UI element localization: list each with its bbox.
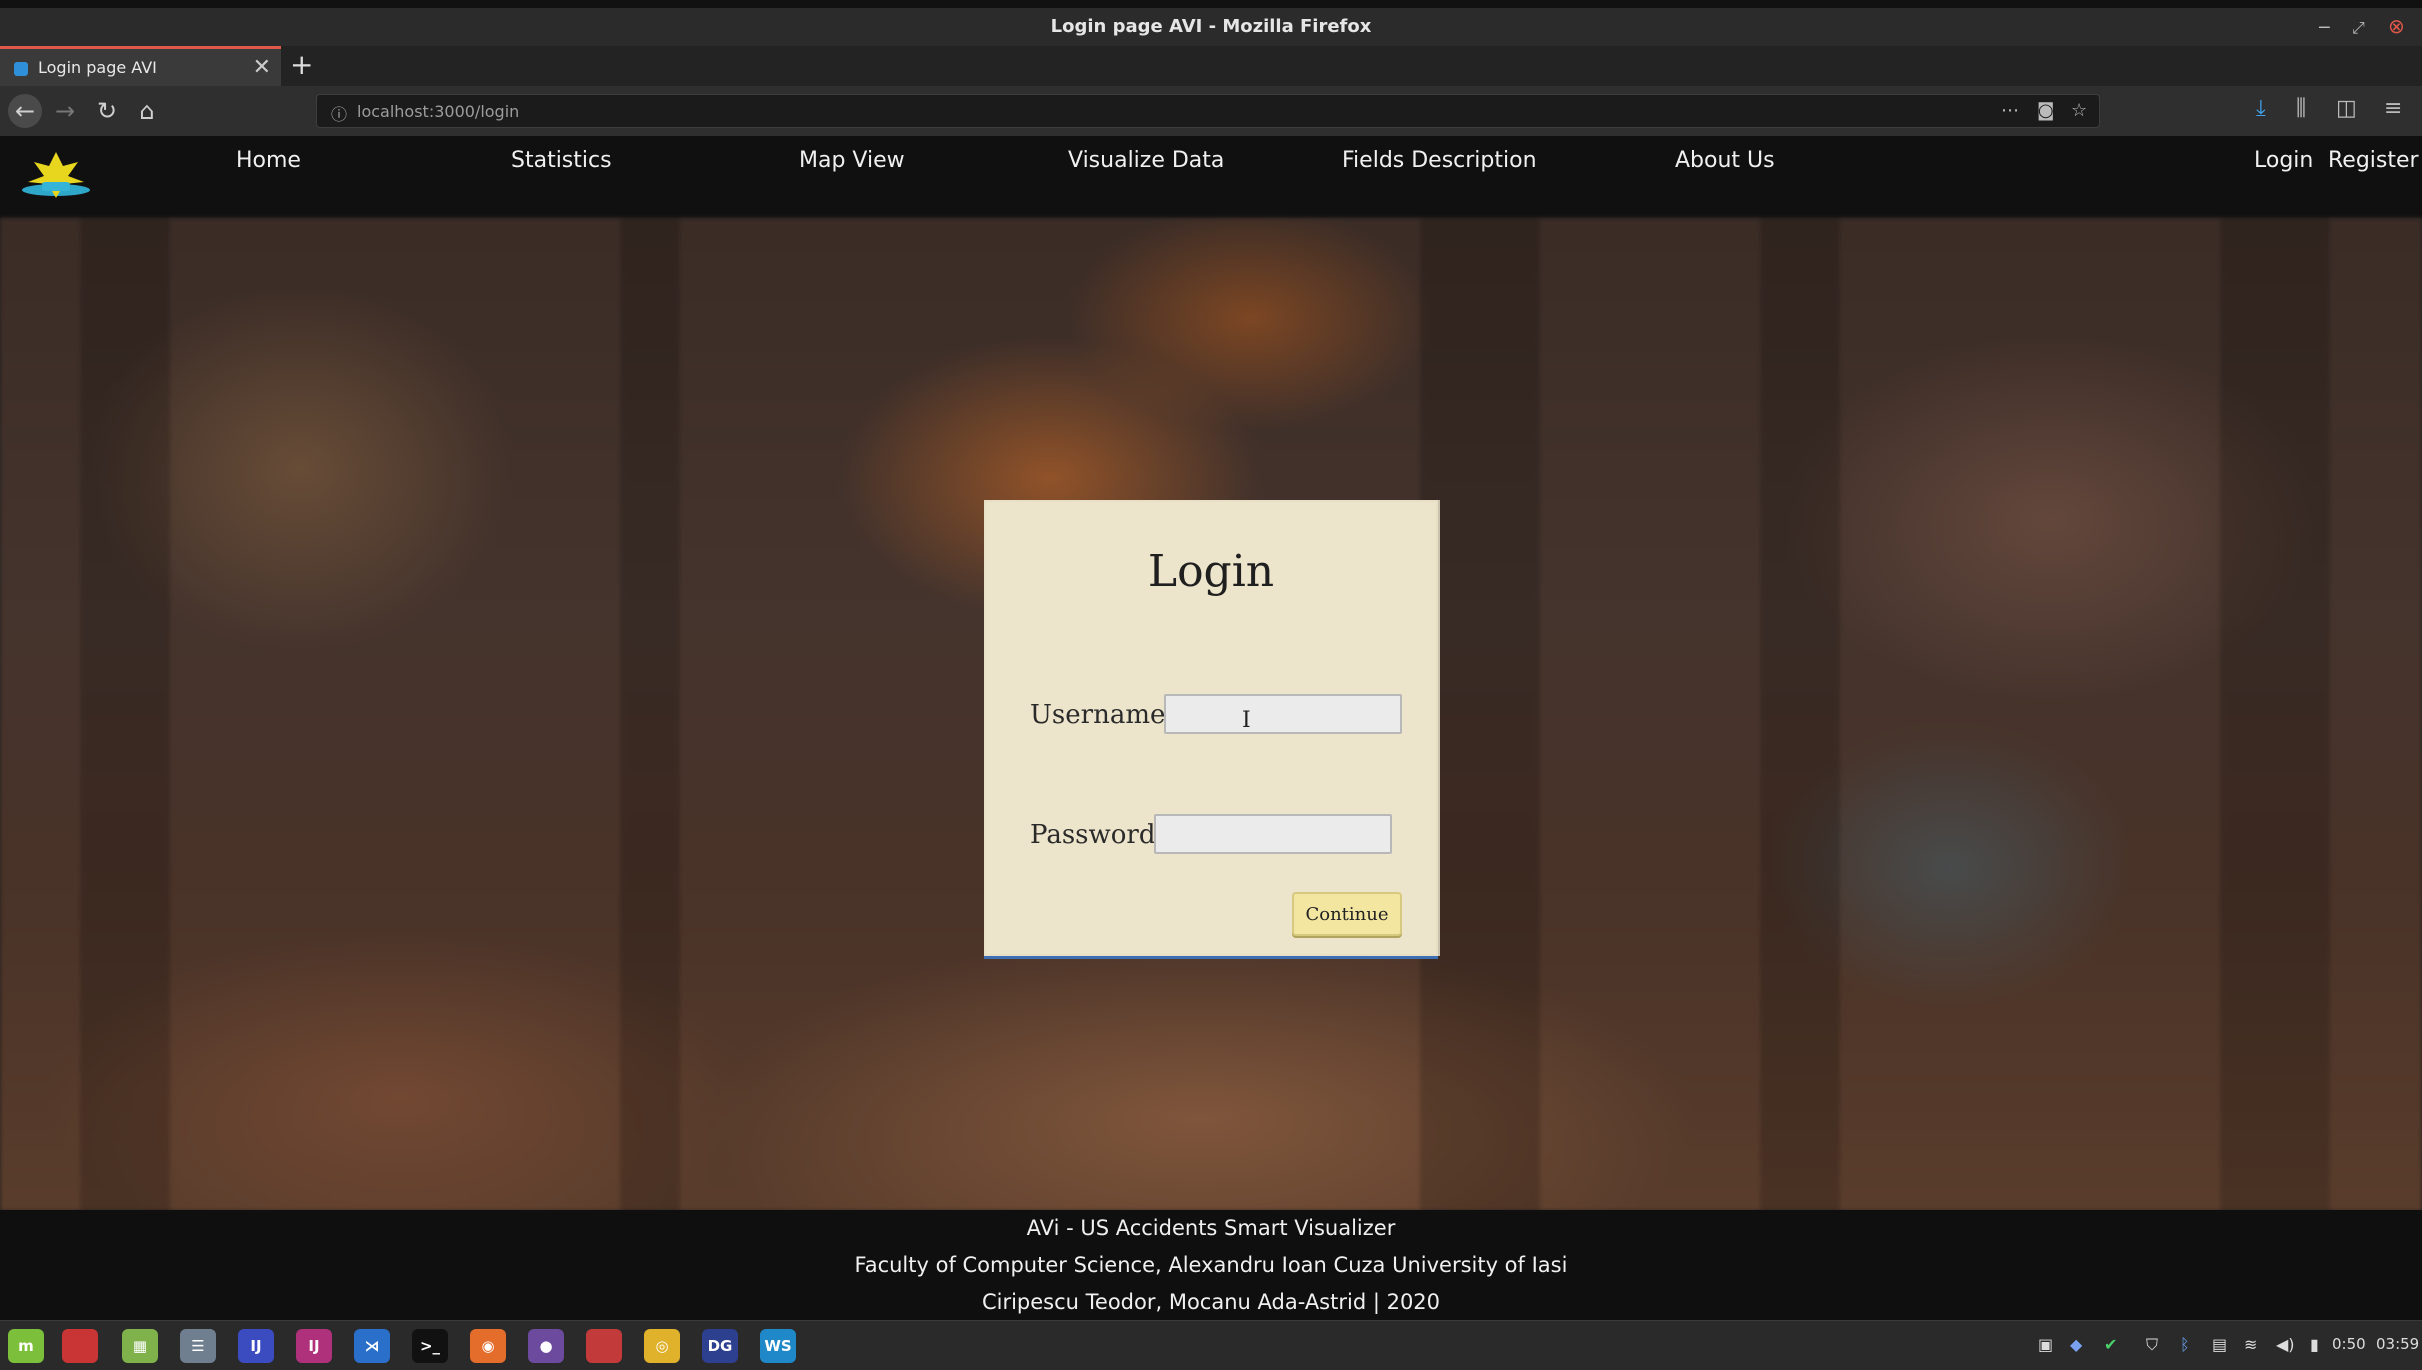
- files-icon[interactable]: [62, 1329, 98, 1363]
- text-cursor-icon: I: [1242, 708, 1251, 733]
- tab-login-page[interactable]: Login page AVI ✕: [0, 46, 281, 86]
- battery-icon[interactable]: ▮: [2310, 1335, 2319, 1354]
- hamburger-menu-icon[interactable]: ≡: [2384, 96, 2402, 121]
- footer-title: AVi - US Accidents Smart Visualizer: [1026, 1216, 1396, 1240]
- nav-map-view-link[interactable]: Map View: [799, 148, 905, 173]
- intellij-icon[interactable]: IJ: [238, 1329, 274, 1363]
- tab-label: Login page AVI: [38, 58, 157, 77]
- chrome-icon[interactable]: ◎: [644, 1329, 680, 1363]
- downloads-icon[interactable]: ⤓: [2256, 96, 2266, 121]
- footer-authors: Ciripescu Teodor, Mocanu Ada-Astrid | 20…: [981, 1290, 1441, 1314]
- back-icon[interactable]: ←: [8, 94, 42, 128]
- library-icon[interactable]: ⫼: [2296, 96, 2306, 121]
- username-label: Username:: [1030, 700, 1175, 730]
- settings-icon[interactable]: ☰: [180, 1329, 216, 1363]
- wifi-icon[interactable]: ≋: [2244, 1335, 2257, 1354]
- datagrip-icon[interactable]: DG: [702, 1329, 738, 1363]
- maximize-icon[interactable]: ⤢: [2352, 18, 2365, 38]
- password-label: Password:: [1030, 820, 1165, 850]
- url-text: localhost:3000/login: [357, 102, 520, 121]
- username-input[interactable]: [1164, 694, 1402, 734]
- check-icon[interactable]: ✔: [2104, 1335, 2117, 1354]
- continue-button[interactable]: Continue: [1292, 892, 1402, 936]
- new-tab-button[interactable]: +: [290, 48, 313, 81]
- minimize-icon[interactable]: ‒: [2318, 14, 2331, 38]
- os-taskbar: m ▦ ☰ IJ IJ ⋊ >_ ◉ ● ◎ DG WS ▣ ◆ ✔ ⛉ ᛒ ▤…: [0, 1320, 2422, 1370]
- close-window-icon[interactable]: ⊗: [2388, 14, 2405, 38]
- site-footer: AVi - US Accidents Smart Visualizer Facu…: [0, 1210, 2422, 1320]
- folder-icon[interactable]: [586, 1329, 622, 1363]
- battery-time: 0:50: [2332, 1335, 2366, 1353]
- page-actions-icon[interactable]: ⋯: [2001, 100, 2019, 121]
- avi-logo-icon[interactable]: [18, 150, 94, 202]
- login-heading: Login: [1147, 546, 1275, 597]
- vscode-icon[interactable]: ⋊: [354, 1329, 390, 1363]
- site-header: Home Statistics Map View Visualize Data …: [0, 136, 2422, 218]
- terminal-icon[interactable]: >_: [412, 1329, 448, 1363]
- footer-faculty: Faculty of Computer Science, Alexandru I…: [854, 1253, 1568, 1277]
- nav-login-link[interactable]: Login: [2254, 148, 2313, 173]
- tab-strip: Login page AVI ✕ +: [0, 46, 2422, 86]
- login-card: Login Username: I Password: Continue: [984, 500, 1438, 956]
- bluetooth-icon[interactable]: ᛒ: [2180, 1335, 2190, 1354]
- notes-icon[interactable]: ▤: [2212, 1335, 2227, 1354]
- clock[interactable]: 03:59: [2376, 1335, 2419, 1353]
- browser-toolbar: ← → ↻ ⌂ ⓘ localhost:3000/login ⋯ ◙ ☆ ⤓ ⫼…: [0, 86, 2422, 136]
- window-title: Login page AVI - Mozilla Firefox: [1050, 16, 1372, 37]
- sidebar-icon[interactable]: ◫: [2336, 96, 2357, 121]
- nav-home-link[interactable]: Home: [236, 148, 301, 173]
- bookmark-star-icon[interactable]: ☆: [2071, 100, 2087, 121]
- webstorm-icon[interactable]: WS: [760, 1329, 796, 1363]
- forward-icon[interactable]: →: [48, 94, 82, 128]
- web-page: Home Statistics Map View Visualize Data …: [0, 136, 2422, 1211]
- github-icon[interactable]: ●: [528, 1329, 564, 1363]
- volume-icon[interactable]: ◀): [2276, 1335, 2295, 1354]
- teams-icon[interactable]: ◆: [2070, 1335, 2082, 1354]
- address-bar[interactable]: ⓘ localhost:3000/login ⋯ ◙ ☆: [316, 94, 2100, 128]
- reload-icon[interactable]: ↻: [90, 94, 124, 128]
- firefox-icon[interactable]: ◉: [470, 1329, 506, 1363]
- nav-about-us-link[interactable]: About Us: [1675, 148, 1775, 173]
- password-input[interactable]: [1154, 814, 1392, 854]
- camera-icon[interactable]: ▣: [2038, 1335, 2053, 1354]
- close-tab-icon[interactable]: ✕: [253, 55, 271, 80]
- site-info-icon[interactable]: ⓘ: [331, 101, 347, 125]
- shield-icon[interactable]: ⛉: [2146, 1335, 2158, 1355]
- pocket-icon[interactable]: ◙: [2037, 100, 2054, 121]
- nav-fields-description-link[interactable]: Fields Description: [1342, 148, 1537, 173]
- nav-statistics-link[interactable]: Statistics: [511, 148, 612, 173]
- menu-icon[interactable]: m: [8, 1329, 44, 1363]
- intellij-icon[interactable]: IJ: [296, 1329, 332, 1363]
- nav-register-link[interactable]: Register: [2328, 148, 2419, 173]
- favicon-icon: [14, 62, 28, 76]
- calculator-icon[interactable]: ▦: [122, 1329, 158, 1363]
- nav-visualize-data-link[interactable]: Visualize Data: [1068, 148, 1224, 173]
- home-icon[interactable]: ⌂: [130, 94, 164, 128]
